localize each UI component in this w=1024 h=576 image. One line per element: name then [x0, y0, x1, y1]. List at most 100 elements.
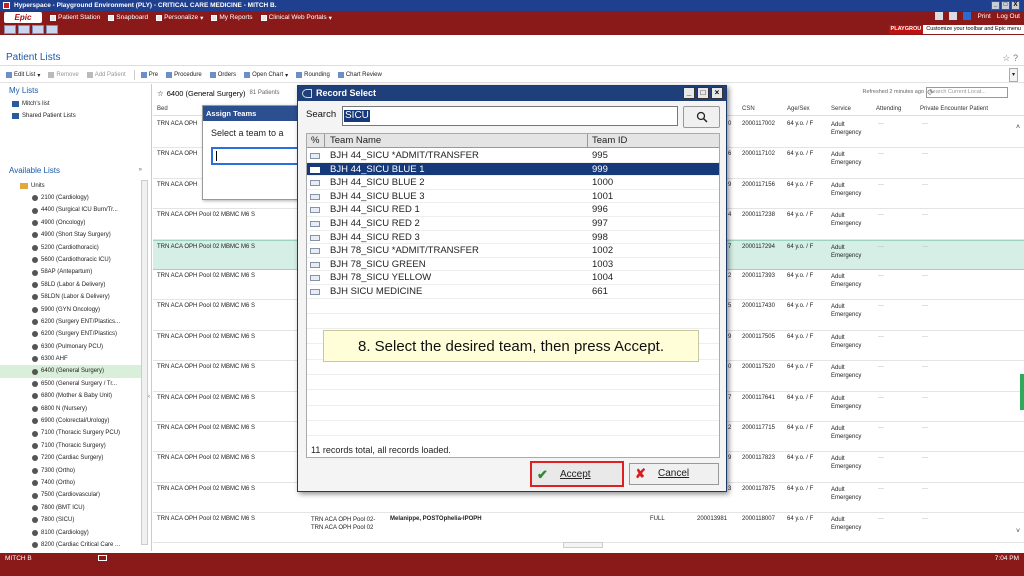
col-bed[interactable]: Bed — [157, 106, 168, 112]
team-row[interactable]: BJH 78_SICU *ADMIT/TRANSFER 1002 — [307, 244, 719, 258]
menu-clinical-web-portals[interactable]: Clinical Web Portals ▾ — [260, 14, 332, 22]
table-row[interactable]: TRN ACA OPH Pool 02 MBMC M6 S 2000118007 6… — [153, 513, 1024, 544]
team-row[interactable]: BJH 44_SICU BLUE 2 1000 — [307, 176, 719, 190]
sidebar-unit-item[interactable]: 58LDN (Labor & Delivery) — [0, 291, 148, 303]
sidebar-unit-item[interactable]: 5900 (GYN Oncology) — [0, 304, 148, 316]
team-input[interactable] — [211, 147, 299, 165]
sidebar-unit-item[interactable]: 7800 (BMT ICU) — [0, 502, 148, 514]
menu-patient-station[interactable]: Patient Station — [50, 14, 100, 21]
collapse-chevron-icon[interactable]: » — [139, 167, 142, 173]
accept-button[interactable]: ✔ Accept — [530, 461, 624, 487]
remove-button[interactable]: Remove — [48, 72, 79, 78]
sidebar-item-units[interactable]: Units — [8, 180, 45, 192]
sidebar-unit-item[interactable]: 58AP (Antepartum) — [0, 266, 148, 278]
sidebar-unit-item[interactable]: 7300 (Ortho) — [0, 465, 148, 477]
patient-list-scrollbar[interactable]: ˄ ˅ — [1015, 118, 1024, 538]
sidebar-unit-item[interactable]: 6200 (Surgery ENT/Plastics) — [0, 328, 148, 340]
col-age-sex[interactable]: Age/Sex — [787, 106, 810, 112]
menu-snapboard[interactable]: Snapboard — [108, 14, 148, 21]
cancel-button[interactable]: ✘ Cancel — [629, 463, 719, 485]
lock-icon[interactable] — [935, 12, 944, 20]
orders-button[interactable]: Orders — [209, 72, 236, 78]
maximize-button[interactable]: □ — [1001, 1, 1010, 10]
star-icon[interactable]: ☆ — [1002, 53, 1010, 63]
col-service[interactable]: Service — [831, 106, 851, 112]
col-team-id[interactable]: Team ID — [592, 135, 627, 146]
epic-menu-button[interactable]: Epic — [4, 12, 42, 23]
open-chart-button[interactable]: Open Chart ▾ — [244, 72, 288, 79]
pre-button[interactable]: Pre — [140, 72, 158, 78]
edit-list-button[interactable]: Edit List ▾ — [6, 72, 40, 79]
bottom-panel-handle[interactable] — [563, 542, 603, 548]
menu-personalize[interactable]: Personalize ▾ — [156, 14, 203, 22]
search-button[interactable] — [683, 106, 720, 128]
scroll-up-icon[interactable]: ˄ — [1016, 124, 1020, 131]
star-icon[interactable]: ☆ — [157, 89, 164, 98]
sidebar-unit-item[interactable]: 2100 (Cardiology) — [0, 192, 148, 204]
add-patient-button[interactable]: Add Patient — [86, 72, 126, 78]
sidebar-unit-item[interactable]: 6800 (Mother & Baby Unit) — [0, 390, 148, 402]
col-csn[interactable]: CSN — [742, 106, 755, 112]
sidebar-unit-item[interactable]: 8100 (Cardiology) — [0, 527, 148, 539]
team-row[interactable]: BJH 44_SICU RED 2 997 — [307, 217, 719, 231]
sidebar-unit-item[interactable]: 7200 (Cardiac Surgery) — [0, 452, 148, 464]
search-current-locations-input[interactable]: Search Current Locat... — [926, 87, 1008, 98]
sidebar-unit-item[interactable]: 4900 (Oncology) — [0, 217, 148, 229]
sidebar-unit-item[interactable]: 6400 (General Surgery) — [0, 365, 148, 378]
team-row[interactable]: BJH SICU MEDICINE 661 — [307, 285, 719, 299]
sidebar-item-shared-lists[interactable]: Shared Patient Lists — [0, 110, 151, 122]
list-icon[interactable] — [18, 25, 30, 34]
sidebar-unit-item[interactable]: 6800 N (Nursery) — [0, 403, 148, 415]
minimize-button[interactable]: _ — [991, 1, 1000, 10]
sidebar-unit-item[interactable]: 6900 (Colorectal/Urology) — [0, 415, 148, 427]
home-icon[interactable] — [4, 25, 16, 34]
sidebar-unit-item[interactable]: 7100 (Thoracic Surgery) — [0, 440, 148, 452]
help-circle-icon[interactable]: ? — [1013, 53, 1018, 63]
sidebar-unit-item[interactable]: 58LD (Labor & Delivery) — [0, 279, 148, 291]
print-button[interactable]: Print — [977, 13, 990, 20]
sidebar-unit-item[interactable]: 7800 (SICU) — [0, 514, 148, 526]
sidebar-unit-item[interactable]: 6300 (Pulmonary PCU) — [0, 341, 148, 353]
logout-button[interactable]: Log Out — [997, 13, 1020, 20]
sidebar-unit-item[interactable]: 4400 (Surgical ICU Burn/Tr... — [0, 204, 148, 216]
help-icon[interactable] — [949, 12, 958, 20]
sidebar-unit-item[interactable]: 5600 (Cardiothoracic ICU) — [0, 254, 148, 266]
secure-chat-icon[interactable] — [963, 12, 972, 20]
chart-review-button[interactable]: Chart Review — [337, 72, 382, 78]
sidebar-unit-item[interactable]: 8200 (Cardiac Critical Care ... — [0, 539, 148, 551]
inbox-icon[interactable] — [32, 25, 44, 34]
sidebar-unit-item[interactable]: 5200 (Cardiothoracic) — [0, 242, 148, 254]
dialog-maximize-button[interactable]: □ — [697, 87, 709, 99]
toolbar-overflow-button[interactable]: ▾ — [1009, 68, 1018, 82]
sidebar-unit-item[interactable]: 7400 (Ortho) — [0, 477, 148, 489]
sidebar-unit-item[interactable]: 6500 (General Surgery / Tr... — [0, 378, 148, 390]
sidebar-item-mitchs-list[interactable]: Mitch's list — [0, 98, 151, 110]
rounding-button[interactable]: Rounding — [296, 72, 330, 78]
record-search-input[interactable]: SICU — [342, 106, 678, 126]
team-row[interactable]: BJH 78_SICU YELLOW 1004 — [307, 271, 719, 285]
col-team-name[interactable]: Team Name — [330, 135, 381, 146]
team-row[interactable]: BJH 44_SICU BLUE 1 999 — [307, 162, 719, 177]
col-attending[interactable]: Attending — [876, 106, 901, 112]
menu-my-reports[interactable]: My Reports — [211, 14, 253, 21]
dialog-minimize-button[interactable]: _ — [683, 87, 695, 99]
sidebar-unit-item[interactable]: 4900 (Short Stay Surgery) — [0, 229, 148, 241]
team-row[interactable]: BJH 44_SICU *ADMIT/TRANSFER 995 — [307, 149, 719, 163]
team-row[interactable]: BJH 44_SICU BLUE 3 1001 — [307, 190, 719, 204]
mail-icon[interactable] — [98, 555, 107, 561]
team-row[interactable]: BJH 44_SICU RED 3 998 — [307, 231, 719, 245]
dialog-close-button[interactable]: × — [711, 87, 723, 99]
sidebar-scrollbar[interactable] — [141, 180, 148, 545]
sidebar-unit-item[interactable]: 6200 (Surgery ENT/Plastics... — [0, 316, 148, 328]
sidebar-unit-item[interactable]: 7500 (Cardiovascular) — [0, 489, 148, 501]
col-percent[interactable]: % — [311, 135, 319, 146]
chart-icon[interactable] — [46, 25, 58, 34]
team-row[interactable]: BJH 44_SICU RED 1 996 — [307, 203, 719, 217]
sidebar-unit-item[interactable]: 6300 AHF — [0, 353, 148, 365]
team-row[interactable]: BJH 78_SICU GREEN 1003 — [307, 258, 719, 272]
scroll-down-icon[interactable]: ˅ — [1016, 528, 1020, 535]
close-button[interactable]: X — [1011, 1, 1020, 10]
sidebar-unit-item[interactable]: 7100 (Thoracic Surgery PCU) — [0, 427, 148, 439]
procedure-button[interactable]: Procedure — [166, 72, 202, 78]
col-private-encounter[interactable]: Private Encounter Patient — [920, 106, 988, 112]
